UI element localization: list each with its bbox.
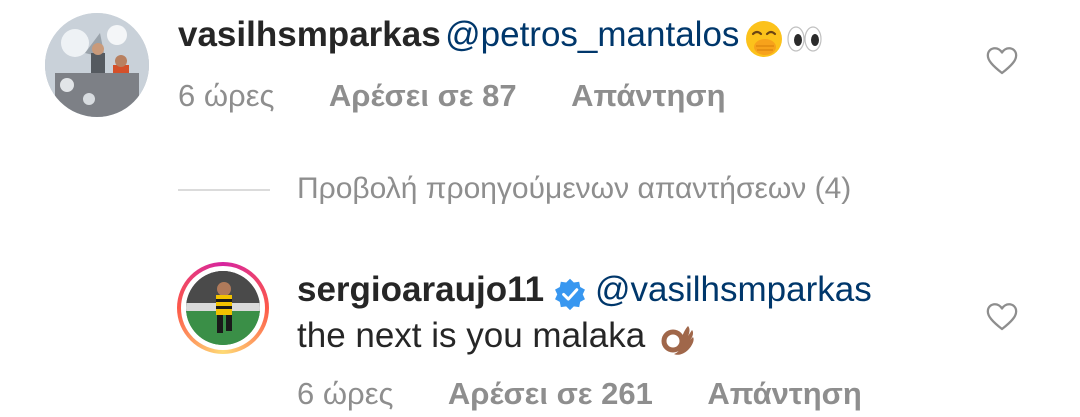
comment-time: 6 ώρες [178, 78, 275, 113]
avatar-photo [186, 271, 260, 345]
ok-hand-icon [658, 320, 698, 365]
avatar-sergioaraujo11[interactable] [177, 262, 269, 354]
comment-reply-button[interactable]: Απάντηση [571, 78, 725, 113]
reply-meta: 6 ώρες Αρέσει σε 261 Απάντηση [297, 376, 862, 412]
reply-body: the next is you malaka [297, 316, 698, 365]
reply-text: the next is you malaka [297, 316, 646, 355]
comment-header: vasilhsmparkas @petros_mantalos [178, 15, 824, 64]
like-heart-icon[interactable] [985, 44, 1019, 78]
verified-badge-icon [553, 277, 587, 316]
reply-header: sergioaraujo11 @vasilhsmparkas [297, 270, 872, 316]
reply-time: 6 ώρες [297, 376, 394, 411]
comment-meta: 6 ώρες Αρέσει σε 87 Απάντηση [178, 78, 726, 114]
reply-username[interactable]: sergioaraujo11 [297, 270, 544, 309]
reply-likes-button[interactable]: Αρέσει σε 261 [448, 376, 653, 411]
avatar-vasilhsmparkas[interactable] [45, 13, 149, 117]
comment-username[interactable]: vasilhsmparkas [178, 15, 441, 54]
comment-mention[interactable]: @petros_mantalos [445, 15, 739, 54]
story-ring [181, 266, 265, 350]
eyes-icon [784, 19, 824, 64]
face-with-hand-over-mouth-icon [744, 19, 784, 64]
avatar-photo [45, 13, 149, 117]
view-previous-replies-button[interactable]: Προβολή προηγούμενων απαντήσεων (4) [297, 172, 851, 206]
replies-divider [178, 189, 270, 191]
reply-like-heart-icon[interactable] [985, 300, 1019, 334]
comment-likes-button[interactable]: Αρέσει σε 87 [329, 78, 517, 113]
reply-reply-button[interactable]: Απάντηση [707, 376, 861, 411]
reply-mention[interactable]: @vasilhsmparkas [595, 270, 872, 309]
